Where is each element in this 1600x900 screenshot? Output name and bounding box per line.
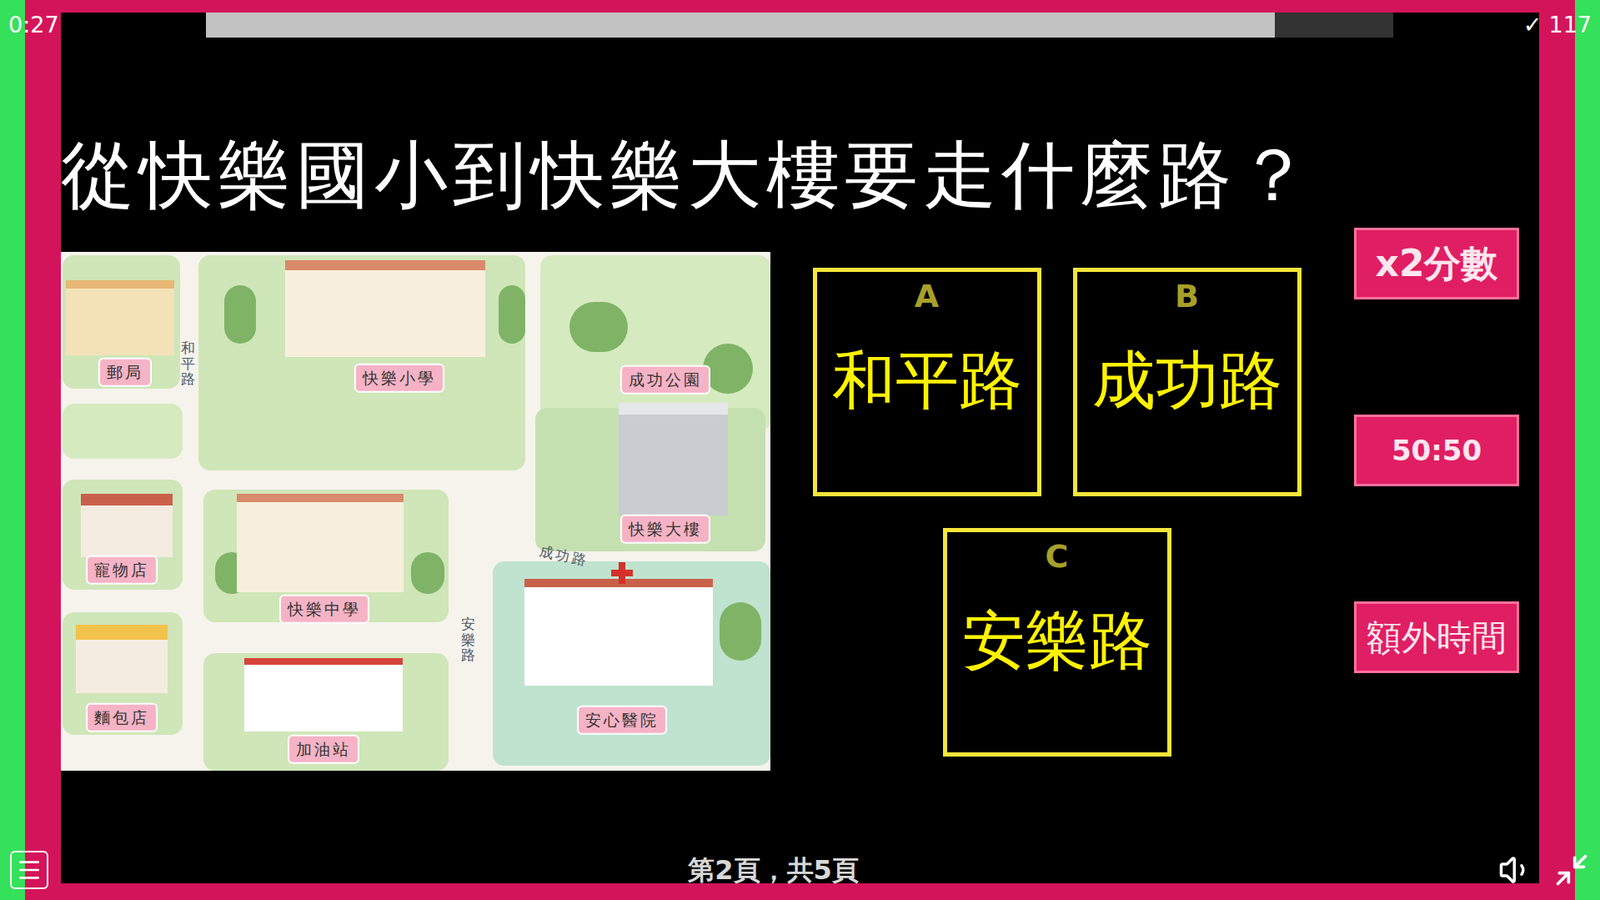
tower-building xyxy=(618,402,728,516)
answer-text: 和平路 xyxy=(832,348,1023,412)
tree-icon xyxy=(224,285,256,344)
place-label: 安心醫院 xyxy=(576,705,668,735)
progress-fill xyxy=(205,12,1275,38)
hospital-building xyxy=(524,578,713,686)
answer-row: A 和平路 B 成功路 xyxy=(812,267,1302,497)
score: ✓117 xyxy=(1523,8,1600,43)
menu-icon xyxy=(15,856,43,883)
quiz-screen: 從快樂國小到快樂大樓要走什麼路？ 郵局 和平路 快樂小學 成功公園快樂大樓 成功路寵物店快… xyxy=(0,0,1600,900)
top-bar: 0:27✓117 xyxy=(0,11,1600,39)
place-label: 快樂中學 xyxy=(279,594,370,624)
place-label: 快樂小學 xyxy=(354,363,445,393)
map-picture: 郵局和平路快樂小學成功公園快樂大樓成功路寵物店快樂中學安樂路麵包店加油站安心醫院 xyxy=(60,251,771,771)
answer-letter: C xyxy=(1045,540,1069,572)
score-value: 117 xyxy=(1548,8,1592,43)
answers: A 和平路 B 成功路 C 安樂路 xyxy=(812,267,1301,757)
map-lot xyxy=(62,403,183,459)
check-icon: ✓ xyxy=(1523,8,1543,43)
answer-text: 安樂路 xyxy=(962,608,1153,673)
answer-text: 成功路 xyxy=(1092,348,1283,412)
powerup-button[interactable]: x2分數 xyxy=(1354,227,1520,300)
shrink-icon[interactable] xyxy=(1553,851,1590,888)
answer-box[interactable]: C 安樂路 xyxy=(942,527,1172,757)
place-label: 郵局 xyxy=(98,357,152,387)
tree-icon xyxy=(719,601,762,661)
game-area: 從快樂國小到快樂大樓要走什麼路？ 郵局 和平路 快樂小學 成功公園快樂大樓 成功路寵物店快… xyxy=(60,12,1540,883)
right-controls xyxy=(1498,851,1590,888)
question-text: 從快樂國小到快樂大樓要走什麼路？ xyxy=(60,130,1540,220)
timer: 0:27 xyxy=(0,8,206,43)
post-office-building xyxy=(65,280,175,356)
speaker-icon[interactable] xyxy=(1498,852,1534,888)
tree-icon xyxy=(411,551,445,594)
powerup-button[interactable]: 額外時間 xyxy=(1354,601,1520,673)
pink-frame: 從快樂國小到快樂大樓要走什麼路？ 郵局 和平路 快樂小學 成功公園快樂大樓 成功路寵物店快… xyxy=(25,0,1575,900)
powerup-button[interactable]: 50:50 xyxy=(1354,414,1520,487)
place-label: 麵包店 xyxy=(85,702,158,733)
answer-letter: A xyxy=(914,280,939,312)
tree-icon xyxy=(569,301,628,352)
bottom-bar: 第2頁，共5頁 xyxy=(0,849,1600,890)
pet-store-building xyxy=(80,493,173,557)
place-label: 加油站 xyxy=(287,734,360,764)
road-label: 安樂路 xyxy=(461,616,476,663)
road-label: 和平路 xyxy=(180,340,196,387)
primary-school-building xyxy=(285,260,486,357)
answer-letter: B xyxy=(1174,280,1199,312)
bakery-building xyxy=(75,624,168,693)
tree-icon xyxy=(498,285,526,344)
powerups: x2分數 50:50 額外時間 xyxy=(1354,227,1520,673)
place-label: 成功公園 xyxy=(620,365,711,395)
progress-bar xyxy=(205,12,1394,38)
content-row: 郵局和平路快樂小學成功公園快樂大樓成功路寵物店快樂中學安樂路麵包店加油站安心醫院… xyxy=(60,227,1540,771)
place-label: 寵物店 xyxy=(85,555,158,585)
answer-box[interactable]: A 和平路 xyxy=(812,267,1042,497)
place-label: 快樂大樓 xyxy=(620,514,711,544)
menu-button[interactable] xyxy=(10,850,49,889)
gas-station-building xyxy=(244,657,403,732)
page-indicator: 第2頁，共5頁 xyxy=(48,849,1499,890)
hospital-cross-icon xyxy=(611,561,633,584)
answer-box[interactable]: B 成功路 xyxy=(1073,267,1302,497)
middle-school-building xyxy=(236,493,404,592)
tree-icon xyxy=(702,343,753,394)
